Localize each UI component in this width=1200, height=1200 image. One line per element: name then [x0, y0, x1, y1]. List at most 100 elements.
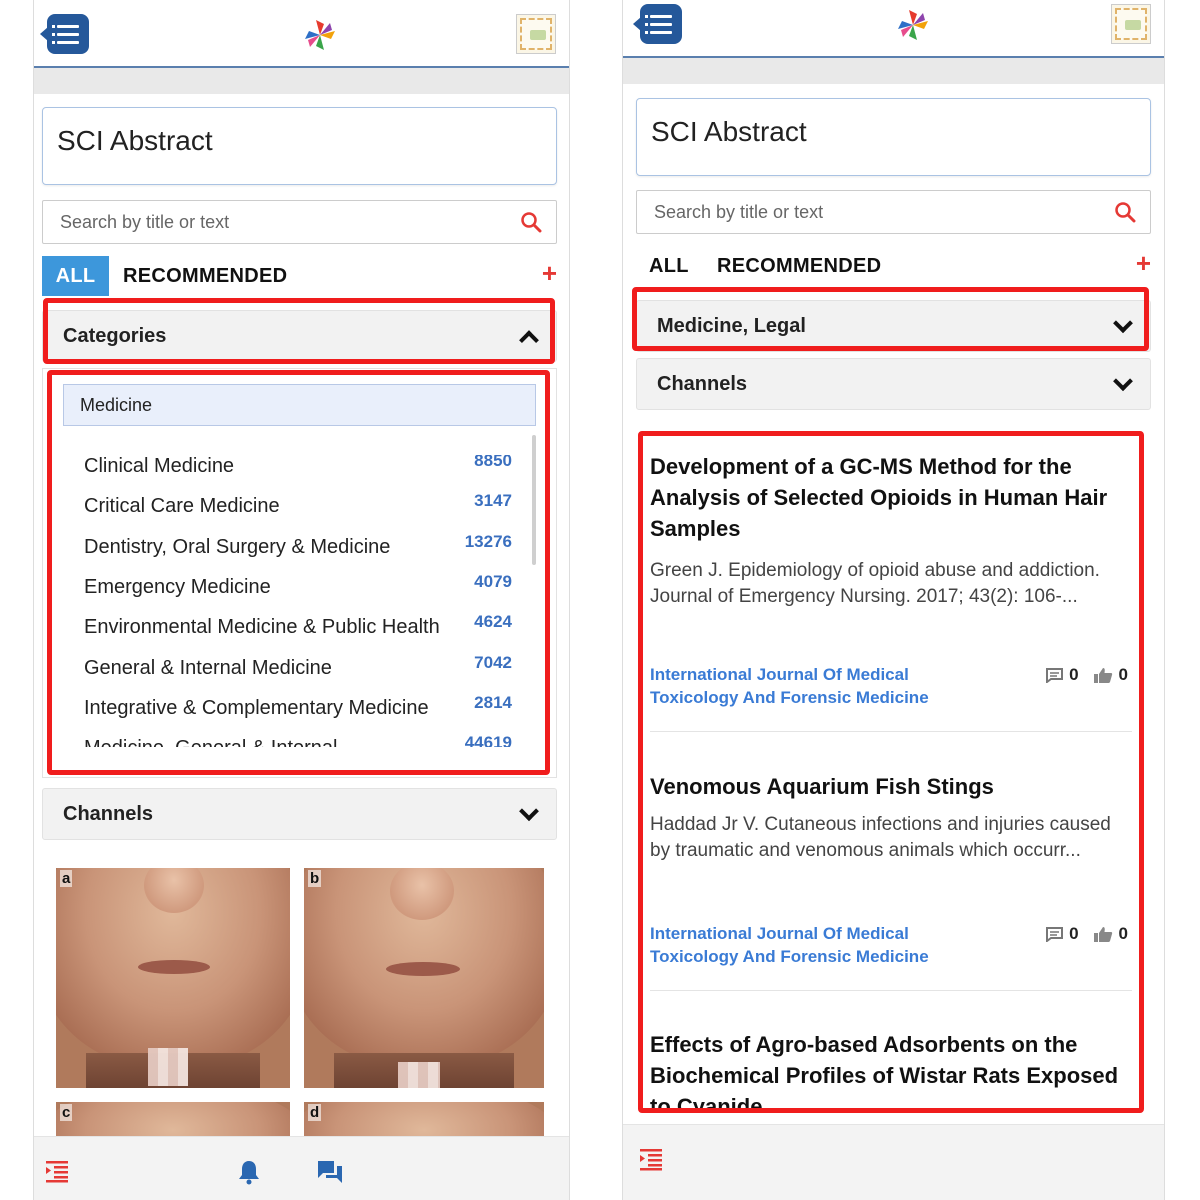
category-count: 4624: [474, 612, 512, 631]
categories-panel: Medicine Clinical Medicine 8850 Critical…: [42, 368, 557, 778]
clinical-photo-b[interactable]: b: [304, 868, 544, 1088]
categories-accordion[interactable]: Medicine, Legal: [636, 300, 1151, 352]
like-count: 0: [1118, 665, 1128, 684]
category-name: Emergency Medicine: [84, 576, 271, 598]
comment-count: 0: [1069, 665, 1079, 684]
pinwheel-logo-icon: [305, 20, 335, 50]
article-snippet: Haddad Jr V. Cutaneous infections and in…: [650, 814, 1111, 861]
indent-list-icon[interactable]: [639, 1147, 663, 1171]
tab-recommended[interactable]: RECOMMENDED: [123, 256, 287, 296]
article-title[interactable]: Development of a GC-MS Method for the An…: [650, 451, 1130, 544]
tab-bar: ALL RECOMMENDED +: [42, 256, 557, 298]
categories-label: Categories: [63, 324, 167, 347]
search-bar: [42, 200, 557, 244]
channels-label: Channels: [657, 372, 748, 395]
top-bar: [34, 0, 569, 68]
article-card[interactable]: Development of a GC-MS Method for the An…: [650, 451, 1130, 610]
category-row[interactable]: Integrative & Complementary Medicine 281…: [84, 693, 512, 737]
categories-label: Medicine, Legal: [657, 314, 806, 337]
article-title[interactable]: Venomous Aquarium Fish Stings: [650, 771, 1130, 802]
category-count: 13276: [464, 532, 512, 551]
profile-thumbnail[interactable]: [516, 14, 556, 54]
search-icon[interactable]: [1114, 201, 1136, 223]
photo-label: d: [308, 1104, 322, 1121]
channels-label: Channels: [63, 802, 154, 825]
search-input[interactable]: [43, 201, 480, 243]
category-count: 2814: [474, 693, 512, 712]
photo-label: b: [308, 870, 322, 887]
category-row[interactable]: Dentistry, Oral Surgery & Medicine 13276: [84, 532, 512, 576]
search-icon[interactable]: [520, 211, 542, 233]
comment-icon[interactable]: [1046, 667, 1064, 683]
top-bar: [623, 0, 1164, 58]
channels-accordion[interactable]: Channels: [42, 788, 557, 840]
photo-label: c: [60, 1104, 73, 1121]
article-title[interactable]: Effects of Agro-based Adsorbents on the …: [650, 1029, 1130, 1111]
left-phone-screen: SCI Abstract ALL RECOMMENDED + Categorie…: [33, 0, 570, 1200]
profile-thumbnail[interactable]: [1111, 4, 1151, 44]
article-stats: 0 0: [1046, 665, 1128, 685]
channels-accordion[interactable]: Channels: [636, 358, 1151, 410]
like-count: 0: [1118, 924, 1128, 943]
article-feed: Development of a GC-MS Method for the An…: [640, 435, 1142, 1111]
chevron-down-icon: [519, 801, 539, 822]
page-title: SCI Abstract: [636, 98, 1151, 176]
bell-icon[interactable]: [237, 1159, 261, 1185]
category-count: 8850: [474, 455, 512, 470]
menu-icon[interactable]: [633, 4, 682, 44]
search-input[interactable]: [637, 191, 1074, 233]
article-snippet: Green J. Epidemiology of opioid abuse an…: [650, 560, 1100, 607]
divider: [650, 990, 1132, 991]
category-row[interactable]: General & Internal Medicine 7042: [84, 653, 512, 697]
selected-category[interactable]: Medicine: [63, 384, 536, 426]
header-spacer: [34, 68, 569, 94]
category-name: Clinical Medicine: [84, 455, 235, 477]
category-count: 44619: [464, 733, 512, 747]
thumbs-up-icon[interactable]: [1093, 926, 1113, 943]
article-card[interactable]: Venomous Aquarium Fish Stings Haddad Jr …: [650, 771, 1130, 864]
category-count: 7042: [474, 653, 512, 672]
category-list: Clinical Medicine 8850 Critical Care Med…: [84, 455, 512, 747]
tab-all[interactable]: ALL: [42, 256, 109, 296]
add-icon[interactable]: +: [1136, 248, 1151, 279]
category-row[interactable]: Critical Care Medicine 3147: [84, 491, 512, 535]
tab-recommended[interactable]: RECOMMENDED: [717, 246, 881, 286]
chevron-down-icon: [1113, 371, 1133, 392]
category-name: Medicine, General & Internal: [84, 737, 337, 747]
bottom-bar: [34, 1136, 569, 1200]
category-name: General & Internal Medicine: [84, 657, 332, 679]
category-scrollbar[interactable]: [532, 435, 536, 565]
bottom-bar: [623, 1124, 1164, 1200]
add-icon[interactable]: +: [542, 258, 557, 289]
article-journal-link[interactable]: International Journal Of Medical Toxicol…: [650, 663, 970, 709]
indent-list-icon[interactable]: [45, 1159, 69, 1183]
category-name: Environmental Medicine & Public Health: [84, 616, 440, 638]
comment-count: 0: [1069, 924, 1079, 943]
category-count: 3147: [474, 491, 512, 510]
category-name: Critical Care Medicine: [84, 495, 280, 517]
chevron-down-icon: [1113, 313, 1133, 334]
photo-label: a: [60, 870, 73, 887]
article-card[interactable]: Effects of Agro-based Adsorbents on the …: [650, 1029, 1130, 1111]
chat-icon[interactable]: [316, 1159, 344, 1185]
thumbs-up-icon[interactable]: [1093, 667, 1113, 684]
search-bar: [636, 190, 1151, 234]
tab-all[interactable]: ALL: [649, 246, 689, 286]
category-count: 4079: [474, 572, 512, 591]
divider: [650, 731, 1132, 732]
header-spacer: [623, 58, 1164, 84]
chevron-up-icon: [519, 330, 539, 351]
article-stats: 0 0: [1046, 924, 1128, 944]
clinical-photo-a[interactable]: a: [56, 868, 290, 1088]
comment-icon[interactable]: [1046, 926, 1064, 942]
category-row[interactable]: Environmental Medicine & Public Health 4…: [84, 612, 512, 656]
page-title: SCI Abstract: [42, 107, 557, 185]
category-row[interactable]: Emergency Medicine 4079: [84, 572, 512, 616]
menu-icon[interactable]: [40, 14, 89, 54]
category-row[interactable]: Clinical Medicine 8850: [84, 455, 512, 495]
category-name: Integrative & Complementary Medicine: [84, 697, 429, 719]
article-journal-link[interactable]: International Journal Of Medical Toxicol…: [650, 922, 970, 968]
tab-bar: ALL RECOMMENDED +: [636, 246, 1151, 288]
category-row[interactable]: Medicine, General & Internal 44619: [84, 733, 512, 747]
categories-accordion[interactable]: Categories: [42, 310, 557, 362]
